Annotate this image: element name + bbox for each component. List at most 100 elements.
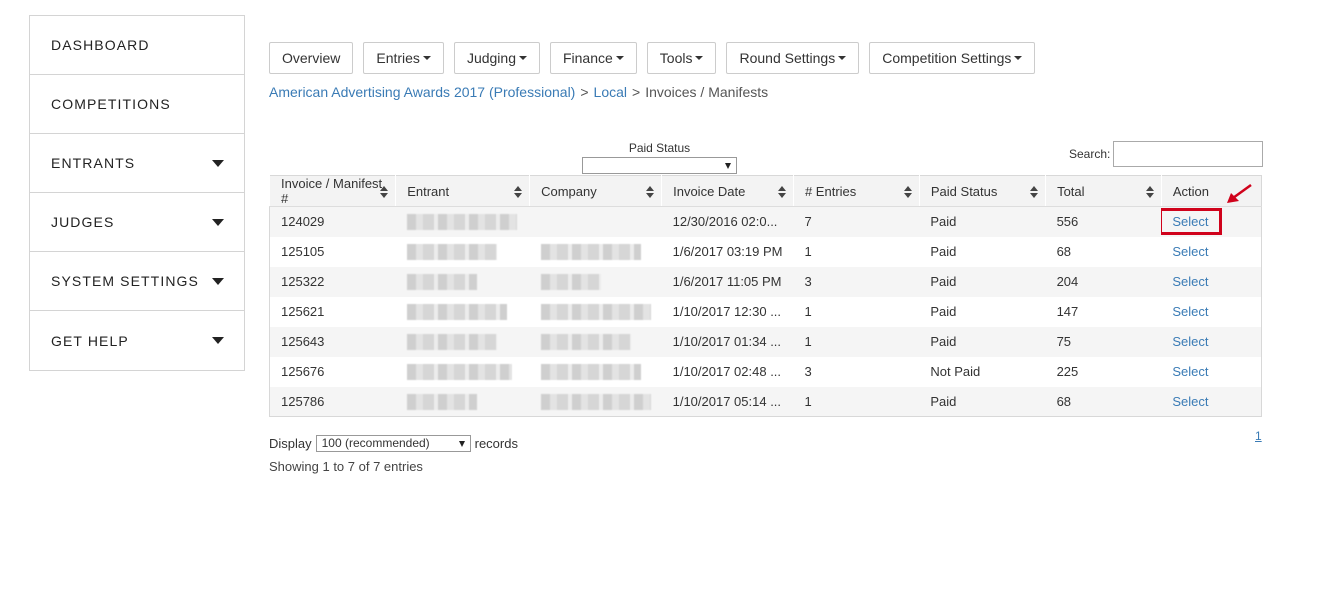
table-row: 125621 1/10/2017 12:30 ... 1 Paid 147 Se… xyxy=(269,296,1262,327)
cell-action: Select xyxy=(1161,386,1262,417)
sidebar-item-dashboard[interactable]: DASHBOARD xyxy=(30,16,244,75)
sidebar-item-entrants[interactable]: ENTRANTS xyxy=(30,134,244,193)
redacted-text xyxy=(406,393,477,410)
paid-status-filter: Paid Status xyxy=(582,141,737,174)
button-label: Tools xyxy=(659,50,693,66)
col-header-entrant[interactable]: Entrant xyxy=(395,175,530,207)
entries-dropdown-button[interactable]: Entries xyxy=(363,42,444,74)
table-search: Search: xyxy=(1069,141,1264,167)
sidebar-item-label: SYSTEM SETTINGS xyxy=(51,273,199,289)
cell-invoice-date: 1/6/2017 11:05 PM xyxy=(661,266,794,297)
sort-icon xyxy=(777,186,786,198)
sort-icon xyxy=(1145,186,1154,198)
caret-down-icon xyxy=(212,337,224,344)
pagination-page-1[interactable]: 1 xyxy=(1255,429,1262,443)
button-label: Overview xyxy=(282,50,341,66)
cell-entries: 3 xyxy=(793,266,920,297)
select-link[interactable]: Select xyxy=(1172,364,1208,379)
column-label: Total xyxy=(1057,183,1085,199)
col-header-entries[interactable]: # Entries xyxy=(792,175,920,207)
sidebar-item-label: GET HELP xyxy=(51,332,129,349)
breadcrumb-level-link[interactable]: Local xyxy=(594,84,627,100)
invoices-table: Invoice / Manifest # Entrant Company Inv… xyxy=(268,175,1262,417)
sort-icon xyxy=(514,186,523,198)
cell-invoice-date: 1/10/2017 12:30 ... xyxy=(661,296,794,327)
cell-invoice: 125105 xyxy=(269,236,396,267)
search-label: Search: xyxy=(1069,147,1111,161)
col-header-invoice-date[interactable]: Invoice Date xyxy=(661,175,794,207)
caret-down-icon xyxy=(422,56,431,60)
column-label: Entrant xyxy=(407,183,450,199)
redacted-text xyxy=(540,243,641,260)
table-row: 125643 1/10/2017 01:34 ... 1 Paid 75 Sel… xyxy=(269,326,1262,357)
cell-invoice-date: 1/6/2017 03:19 PM xyxy=(661,236,794,267)
tools-dropdown-button[interactable]: Tools xyxy=(646,42,717,74)
page-length-control: Display 100 (recommended) records xyxy=(269,435,518,452)
sidebar-item-get-help[interactable]: GET HELP xyxy=(30,311,244,370)
cell-paid-status: Paid xyxy=(919,296,1046,327)
cell-entrant-redacted xyxy=(395,356,530,387)
cell-entrant-redacted xyxy=(395,296,530,327)
table-header-row: Invoice / Manifest # Entrant Company Inv… xyxy=(268,175,1262,207)
sidebar-item-system-settings[interactable]: SYSTEM SETTINGS xyxy=(30,252,244,311)
annotation-arrow-icon xyxy=(1227,183,1252,203)
sidebar: DASHBOARD COMPETITIONS ENTRANTS JUDGES S… xyxy=(29,15,245,371)
caret-down-icon xyxy=(695,56,704,60)
select-link[interactable]: Select xyxy=(1172,394,1208,409)
select-link[interactable]: Select xyxy=(1172,214,1208,229)
sidebar-item-competitions[interactable]: COMPETITIONS xyxy=(30,75,244,134)
cell-invoice: 125676 xyxy=(269,356,396,387)
round-settings-dropdown-button[interactable]: Round Settings xyxy=(726,42,860,74)
caret-down-icon xyxy=(838,56,847,60)
cell-entries: 7 xyxy=(793,206,920,237)
sidebar-item-judges[interactable]: JUDGES xyxy=(30,193,244,252)
select-link[interactable]: Select xyxy=(1172,334,1208,349)
button-label: Round Settings xyxy=(739,50,836,66)
dropdown-arrow-icon xyxy=(725,163,731,169)
breadcrumb-separator: > xyxy=(632,84,641,100)
overview-button[interactable]: Overview xyxy=(269,42,354,74)
cell-entrant-redacted xyxy=(395,326,530,357)
cell-invoice: 124029 xyxy=(269,206,396,237)
finance-dropdown-button[interactable]: Finance xyxy=(549,42,637,74)
col-header-company[interactable]: Company xyxy=(529,175,662,207)
cell-entries: 1 xyxy=(793,326,920,357)
col-header-total[interactable]: Total xyxy=(1045,175,1162,207)
cell-total: 556 xyxy=(1045,206,1162,237)
cell-invoice: 125621 xyxy=(269,296,396,327)
caret-down-icon xyxy=(212,218,224,226)
page-length-select[interactable]: 100 (recommended) xyxy=(315,435,471,452)
cell-paid-status: Paid xyxy=(919,236,1046,267)
cell-company-redacted xyxy=(529,386,662,417)
select-link[interactable]: Select xyxy=(1172,244,1208,259)
cell-company-redacted xyxy=(529,266,662,297)
paid-status-select[interactable] xyxy=(582,157,737,174)
breadcrumb-competition-link[interactable]: American Advertising Awards 2017 (Profes… xyxy=(269,84,575,100)
column-label: Company xyxy=(541,183,597,199)
records-label: records xyxy=(474,436,518,451)
cell-invoice-date: 1/10/2017 05:14 ... xyxy=(661,386,794,417)
cell-action: Select xyxy=(1161,326,1262,357)
competition-settings-dropdown-button[interactable]: Competition Settings xyxy=(869,42,1036,74)
caret-down-icon xyxy=(212,277,224,285)
dropdown-arrow-icon xyxy=(458,441,465,447)
cell-entrant-redacted xyxy=(395,386,530,417)
cell-total: 225 xyxy=(1045,356,1162,387)
breadcrumb-separator: > xyxy=(580,84,589,100)
redacted-text xyxy=(540,393,651,410)
cell-entries: 3 xyxy=(793,356,920,387)
search-input[interactable] xyxy=(1113,141,1264,167)
cell-entrant-redacted xyxy=(395,236,530,267)
cell-action: Select xyxy=(1161,266,1262,297)
column-label: Invoice / Manifest # xyxy=(281,176,383,206)
judging-dropdown-button[interactable]: Judging xyxy=(453,42,540,74)
cell-action: Select xyxy=(1161,236,1262,267)
col-header-paid-status[interactable]: Paid Status xyxy=(918,175,1046,207)
button-label: Entries xyxy=(376,50,420,66)
col-header-invoice[interactable]: Invoice / Manifest # xyxy=(268,175,396,207)
select-link[interactable]: Select xyxy=(1172,274,1208,289)
redacted-text xyxy=(406,273,477,290)
redacted-text xyxy=(406,214,517,231)
sort-icon xyxy=(903,186,912,198)
select-link[interactable]: Select xyxy=(1172,304,1208,319)
